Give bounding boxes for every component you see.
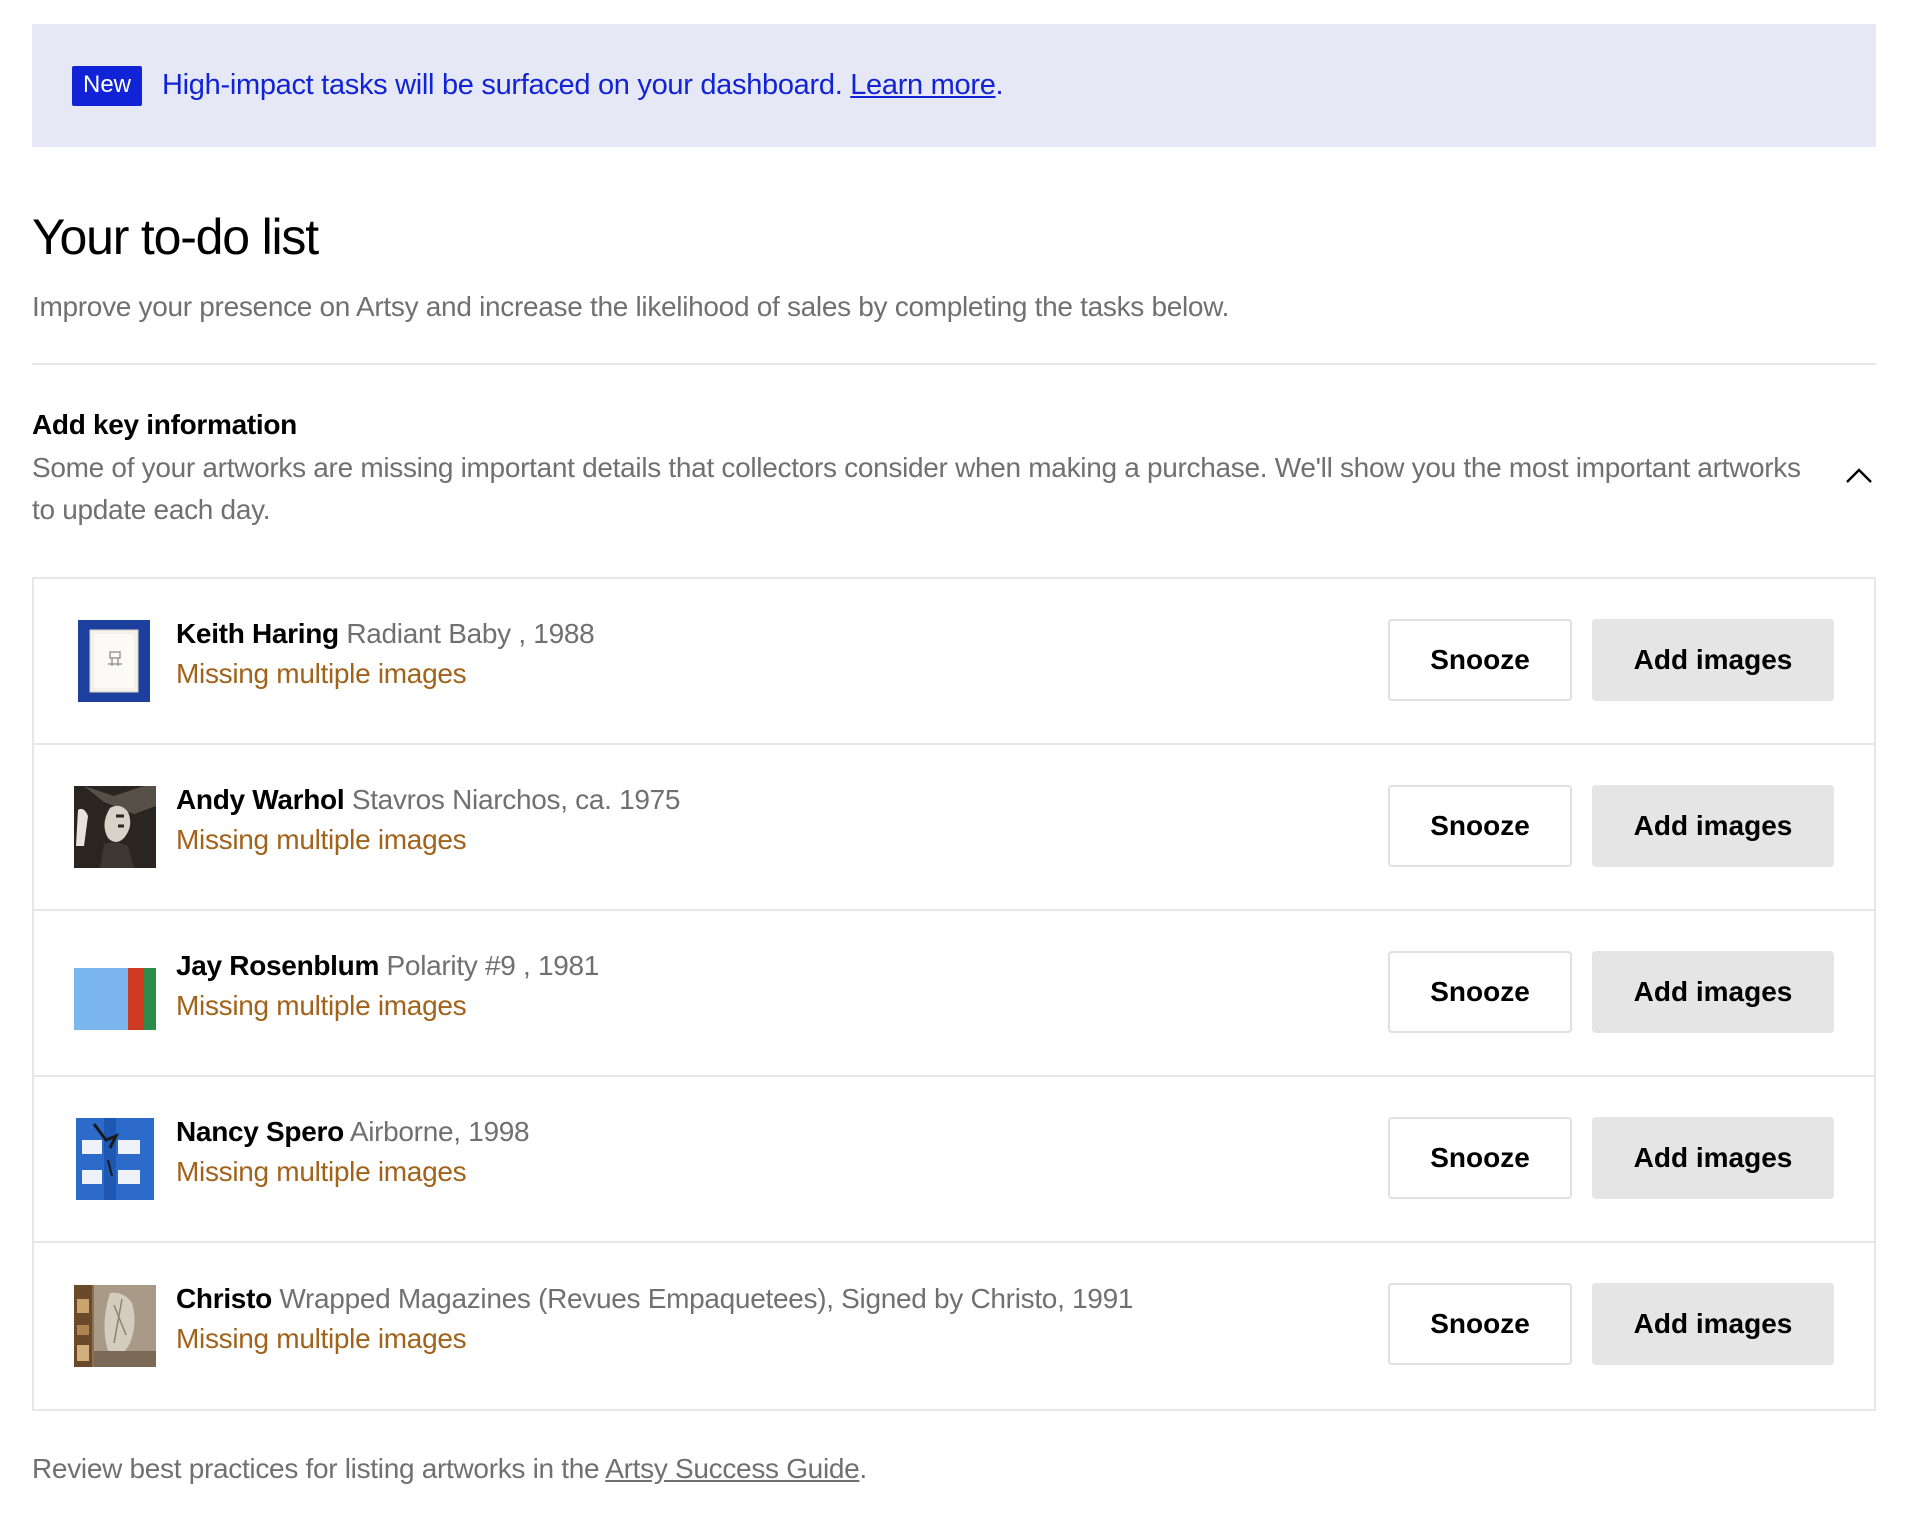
banner-suffix: . <box>995 69 1004 101</box>
artwork-title: Airborne, 1998 <box>349 1116 530 1147</box>
artwork-thumbnail[interactable] <box>74 1285 156 1367</box>
add-images-button[interactable]: Add images <box>1592 785 1834 867</box>
artwork-title: Radiant Baby , 1988 <box>346 618 595 649</box>
learn-more-link[interactable]: Learn more <box>850 69 996 101</box>
section-title: Add key information <box>32 409 297 440</box>
footer-suffix: . <box>859 1453 867 1484</box>
page-subtitle: Improve your presence on Artsy and incre… <box>32 291 1230 322</box>
snooze-button[interactable]: Snooze <box>1388 1117 1572 1199</box>
add-images-button[interactable]: Add images <box>1592 619 1834 701</box>
artist-name: Andy Warhol <box>176 784 345 815</box>
task-info: Christo Wrapped Magazines (Revues Empaqu… <box>176 1279 1133 1359</box>
task-info: Keith Haring Radiant Baby , 1988 Missing… <box>176 614 595 694</box>
task-info: Nancy Spero Airborne, 1998 Missing multi… <box>176 1112 530 1192</box>
page: New High-impact tasks will be surfaced o… <box>0 24 1908 1522</box>
task-status: Missing multiple images <box>176 1156 467 1187</box>
task-status: Missing multiple images <box>176 824 467 855</box>
task-row: Christo Wrapped Magazines (Revues Empaqu… <box>34 1243 1874 1409</box>
task-row: Jay Rosenblum Polarity #9 , 1981 Missing… <box>34 911 1874 1077</box>
page-title: Your to-do list <box>32 209 319 265</box>
artwork-thumbnail[interactable] <box>74 952 156 1034</box>
task-row: Nancy Spero Airborne, 1998 Missing multi… <box>34 1077 1874 1243</box>
add-images-button[interactable]: Add images <box>1592 951 1834 1033</box>
artwork-thumbnail[interactable] <box>74 620 156 702</box>
artwork-title: Stavros Niarchos, ca. 1975 <box>351 784 681 815</box>
task-title: Christo Wrapped Magazines (Revues Empaqu… <box>176 1279 1133 1319</box>
add-images-button[interactable]: Add images <box>1592 1283 1834 1365</box>
artwork-thumbnail[interactable] <box>74 1118 156 1200</box>
section-header: Add key information Some of your artwork… <box>32 407 1876 531</box>
artist-name: Christo <box>176 1283 272 1314</box>
task-row: Keith Haring Radiant Baby , 1988 Missing… <box>34 579 1874 745</box>
task-status: Missing multiple images <box>176 990 467 1021</box>
section-description: Some of your artworks are missing import… <box>32 452 1801 525</box>
banner-text: High-impact tasks will be surfaced on yo… <box>162 69 1004 102</box>
add-images-button[interactable]: Add images <box>1592 1117 1834 1199</box>
task-title: Andy Warhol Stavros Niarchos, ca. 1975 <box>176 780 680 820</box>
snooze-button[interactable]: Snooze <box>1388 1283 1572 1365</box>
task-title: Nancy Spero Airborne, 1998 <box>176 1112 530 1152</box>
artist-name: Jay Rosenblum <box>176 950 380 981</box>
artwork-thumbnail[interactable] <box>74 786 156 868</box>
task-info: Andy Warhol Stavros Niarchos, ca. 1975 M… <box>176 780 680 860</box>
task-info: Jay Rosenblum Polarity #9 , 1981 Missing… <box>176 946 599 1026</box>
task-title: Keith Haring Radiant Baby , 1988 <box>176 614 595 654</box>
success-guide-link[interactable]: Artsy Success Guide <box>605 1453 859 1484</box>
divider <box>32 363 1876 365</box>
artist-name: Nancy Spero <box>176 1116 344 1147</box>
task-status: Missing multiple images <box>176 1323 467 1354</box>
snooze-button[interactable]: Snooze <box>1388 951 1572 1033</box>
artwork-title: Wrapped Magazines (Revues Empaquetees), … <box>279 1283 1134 1314</box>
task-status: Missing multiple images <box>176 658 467 689</box>
artwork-title: Polarity #9 , 1981 <box>386 950 600 981</box>
snooze-button[interactable]: Snooze <box>1388 785 1572 867</box>
footer-message: Review best practices for listing artwor… <box>32 1453 606 1484</box>
artist-name: Keith Haring <box>176 618 339 649</box>
snooze-button[interactable]: Snooze <box>1388 619 1572 701</box>
task-list: Keith Haring Radiant Baby , 1988 Missing… <box>32 577 1876 1411</box>
banner-message: High-impact tasks will be surfaced on yo… <box>162 69 851 101</box>
task-row: Andy Warhol Stavros Niarchos, ca. 1975 M… <box>34 745 1874 911</box>
new-badge: New <box>72 65 143 106</box>
info-banner: New High-impact tasks will be surfaced o… <box>32 24 1876 147</box>
task-title: Jay Rosenblum Polarity #9 , 1981 <box>176 946 599 986</box>
footer-note: Review best practices for listing artwor… <box>32 1449 1876 1489</box>
chevron-up-icon[interactable] <box>1842 459 1876 493</box>
